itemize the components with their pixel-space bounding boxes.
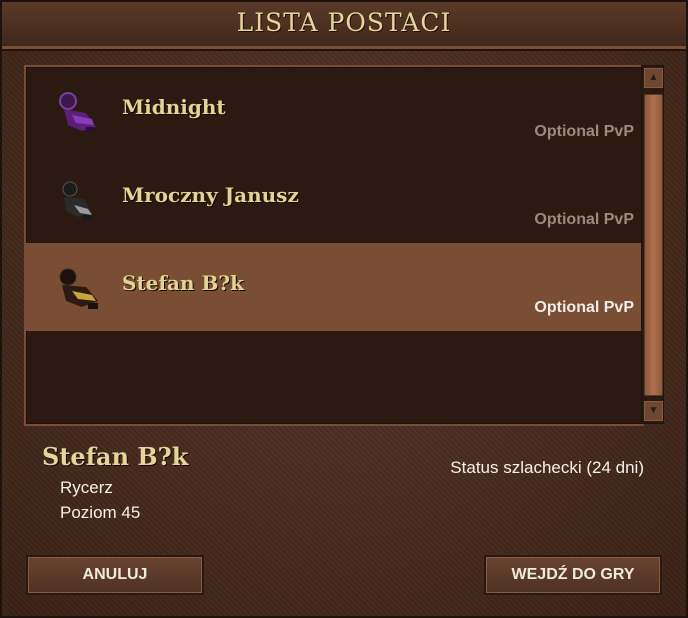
character-avatar-icon: [59, 268, 98, 309]
character-avatar-icon: [59, 92, 96, 133]
title-bar: LISTA POSTACI: [2, 2, 686, 49]
enter-game-button[interactable]: WEJDŹ DO GRY: [484, 555, 662, 595]
character-avatar-icon: [62, 181, 92, 221]
scroll-down-button[interactable]: ▼: [644, 401, 663, 421]
character-list: Midnight Optional PvP Mroczny Janusz Opt…: [24, 65, 644, 426]
character-name: Midnight: [122, 95, 226, 119]
scroll-thumb[interactable]: [644, 94, 663, 396]
selected-character-name: Stefan B?k: [42, 442, 189, 471]
character-world: Optional PvP: [534, 299, 634, 316]
character-name: Stefan B?k: [122, 271, 244, 295]
character-list-window: LISTA POSTACI Midnight Optional PvP Mroc…: [0, 0, 688, 618]
list-scrollbar[interactable]: ▲ ▼: [641, 65, 664, 424]
window-title: LISTA POSTACI: [236, 8, 452, 37]
selected-character-vocation: Rycerz: [60, 478, 113, 497]
selected-character-level: Poziom 45: [60, 503, 141, 522]
cancel-button[interactable]: ANULUJ: [26, 555, 204, 595]
character-row-midnight[interactable]: Midnight Optional PvP: [26, 67, 642, 155]
character-name: Mroczny Janusz: [122, 183, 299, 207]
scroll-up-button[interactable]: ▲: [644, 68, 663, 88]
character-row-mroczny-janusz[interactable]: Mroczny Janusz Optional PvP: [26, 155, 642, 243]
character-row-stefan-bak[interactable]: Stefan B?k Optional PvP: [26, 243, 642, 331]
account-status: Status szlachecki (24 dni): [450, 458, 644, 477]
character-world: Optional PvP: [534, 211, 634, 228]
character-world: Optional PvP: [534, 123, 634, 140]
